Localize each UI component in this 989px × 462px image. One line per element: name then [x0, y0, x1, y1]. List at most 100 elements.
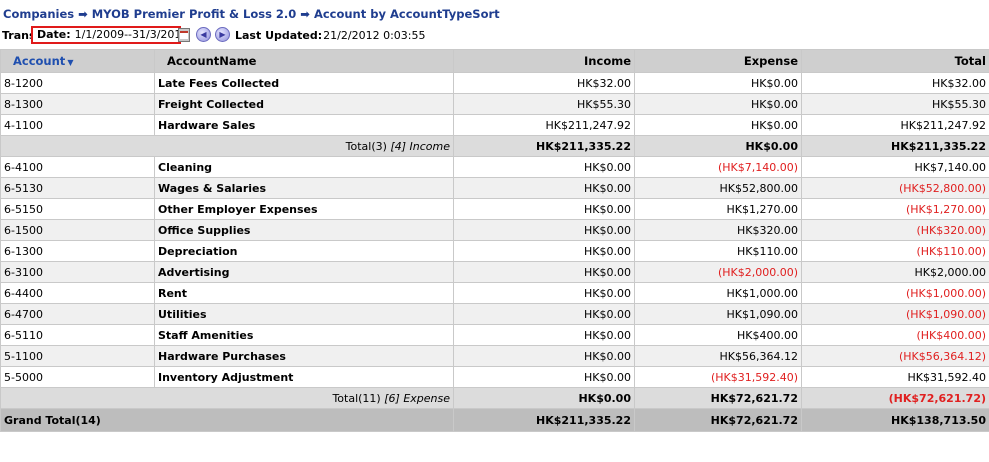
- total-cell: HK$55.30: [801, 93, 989, 115]
- account-name-cell: Staff Amenities: [154, 324, 454, 346]
- expense-cell: (HK$31,592.40): [634, 366, 802, 388]
- table-row[interactable]: 6-5150 Other Employer Expenses HK$0.00 HK$1…: [0, 198, 989, 220]
- table-row[interactable]: 6-5130 Wages & Salaries HK$0.00 HK$52,800.0…: [0, 177, 989, 199]
- column-header-income[interactable]: Income: [453, 49, 635, 73]
- total-cell: HK$31,592.40: [801, 366, 989, 388]
- total-cell: (HK$52,800.00): [801, 177, 989, 199]
- date-range-value: 1/1/2009--31/3/2011: [74, 28, 189, 41]
- sort-desc-icon[interactable]: ▼: [67, 58, 73, 67]
- subtotal-count: Total(11): [332, 391, 381, 405]
- column-header-expense[interactable]: Expense: [634, 49, 802, 73]
- subtotal-income-cell: HK$211,335.22: [453, 135, 635, 157]
- table-row[interactable]: 6-1500 Office Supplies HK$0.00 HK$320.00 (HK…: [0, 219, 989, 241]
- account-code-cell: 8-1300: [0, 93, 155, 115]
- account-name-cell: Inventory Adjustment: [154, 366, 454, 388]
- subtotal-total-cell: HK$211,335.22: [801, 135, 989, 157]
- account-name-cell: Utilities: [154, 303, 454, 325]
- income-cell: HK$0.00: [453, 156, 635, 178]
- account-name-cell: Other Employer Expenses: [154, 198, 454, 220]
- account-code-cell: 6-5130: [0, 177, 155, 199]
- subtotal-expense-cell: HK$72,621.72: [634, 387, 802, 409]
- expense-cell: HK$0.00: [634, 93, 802, 115]
- account-name-cell: Freight Collected: [154, 93, 454, 115]
- income-cell: HK$0.00: [453, 282, 635, 304]
- table-row[interactable]: 6-5110 Staff Amenities HK$0.00 HK$400.00 (HK…: [0, 324, 989, 346]
- income-cell: HK$0.00: [453, 303, 635, 325]
- subtotal-income-cell: HK$0.00: [453, 387, 635, 409]
- breadcrumb-report-link[interactable]: MYOB Premier Profit & Loss 2.0: [92, 7, 297, 21]
- breadcrumb-companies-link[interactable]: Companies: [3, 7, 74, 21]
- table-row[interactable]: 8-1200 Late Fees Collected HK$32.00 HK$0.00…: [0, 72, 989, 94]
- subtotal-label: Total(3) [4] Income: [0, 135, 454, 157]
- total-cell: HK$32.00: [801, 72, 989, 94]
- account-name-cell: Advertising: [154, 261, 454, 283]
- income-cell: HK$32.00: [453, 72, 635, 94]
- subtotal-row: Total(3) [4] Income HK$211,335.22 HK$0.00 H…: [0, 135, 989, 157]
- expense-cell: HK$110.00: [634, 240, 802, 262]
- expense-cell: HK$1,090.00: [634, 303, 802, 325]
- account-name-cell: Wages & Salaries: [154, 177, 454, 199]
- expense-cell: HK$320.00: [634, 219, 802, 241]
- table-row[interactable]: 6-1300 Depreciation HK$0.00 HK$110.00 (HK$11…: [0, 240, 989, 262]
- total-cell: HK$7,140.00: [801, 156, 989, 178]
- total-cell: (HK$110.00): [801, 240, 989, 262]
- table-header-row: Account ▼ AccountName Income Expense Tota…: [0, 49, 989, 73]
- table-row[interactable]: 4-1100 Hardware Sales HK$211,247.92 HK$0.00…: [0, 114, 989, 136]
- income-cell: HK$0.00: [453, 366, 635, 388]
- date-range-filter[interactable]: Date: 1/1/2009--31/3/2011: [31, 26, 188, 44]
- report-toolbar: Trans Date: 1/1/2009--31/3/2011 ◀ ▶ Last …: [2, 26, 987, 46]
- total-cell: (HK$1,270.00): [801, 198, 989, 220]
- table-row[interactable]: 5-5000 Inventory Adjustment HK$0.00 (HK$31,…: [0, 366, 989, 388]
- table-row[interactable]: 6-3100 Advertising HK$0.00 (HK$2,000.00) HK$…: [0, 261, 989, 283]
- next-period-button[interactable]: ▶: [215, 27, 230, 42]
- column-header-account[interactable]: Account ▼: [0, 49, 155, 73]
- breadcrumb: Companies ➡ MYOB Premier Profit & Loss 2.0…: [3, 6, 500, 22]
- account-code-cell: 6-1500: [0, 219, 155, 241]
- table-row[interactable]: 6-4100 Cleaning HK$0.00 (HK$7,140.00) HK$7,1…: [0, 156, 989, 178]
- last-updated: Last Updated:21/2/2012 0:03:55: [235, 29, 425, 42]
- account-code-cell: 6-5110: [0, 324, 155, 346]
- income-cell: HK$0.00: [453, 219, 635, 241]
- table-row[interactable]: 8-1300 Freight Collected HK$55.30 HK$0.00 HK…: [0, 93, 989, 115]
- account-code-cell: 4-1100: [0, 114, 155, 136]
- arrow-right-icon: ➡: [78, 7, 88, 21]
- grand-total-income-cell: HK$211,335.22: [453, 408, 635, 432]
- subtotal-group-name: [6] Expense: [384, 391, 450, 405]
- income-cell: HK$0.00: [453, 345, 635, 367]
- table-row[interactable]: 6-4400 Rent HK$0.00 HK$1,000.00 (HK$1,000.00…: [0, 282, 989, 304]
- date-label: Date:: [37, 28, 71, 41]
- account-name-cell: Late Fees Collected: [154, 72, 454, 94]
- account-code-cell: 5-5000: [0, 366, 155, 388]
- column-header-account-name[interactable]: AccountName: [154, 49, 454, 73]
- income-cell: HK$0.00: [453, 324, 635, 346]
- table-row[interactable]: 6-4700 Utilities HK$0.00 HK$1,090.00 (HK$1,0…: [0, 303, 989, 325]
- arrow-right-icon: ➡: [300, 7, 310, 21]
- total-cell: (HK$320.00): [801, 219, 989, 241]
- total-cell: (HK$1,090.00): [801, 303, 989, 325]
- total-cell: (HK$1,000.00): [801, 282, 989, 304]
- account-name-cell: Hardware Sales: [154, 114, 454, 136]
- account-code-cell: 6-4700: [0, 303, 155, 325]
- calendar-icon[interactable]: [178, 28, 190, 42]
- account-code-cell: 5-1100: [0, 345, 155, 367]
- subtotal-row: Total(11) [6] Expense HK$0.00 HK$72,621.72…: [0, 387, 989, 409]
- account-code-cell: 6-4100: [0, 156, 155, 178]
- grand-total-expense-cell: HK$72,621.72: [634, 408, 802, 432]
- expense-cell: HK$0.00: [634, 114, 802, 136]
- account-code-cell: 6-5150: [0, 198, 155, 220]
- breadcrumb-current-view: Account by AccountTypeSort: [313, 7, 500, 21]
- table-row[interactable]: 5-1100 Hardware Purchases HK$0.00 HK$56,364…: [0, 345, 989, 367]
- account-name-cell: Depreciation: [154, 240, 454, 262]
- income-cell: HK$0.00: [453, 198, 635, 220]
- expense-cell: HK$56,364.12: [634, 345, 802, 367]
- expense-cell: HK$1,000.00: [634, 282, 802, 304]
- last-updated-value: 21/2/2012 0:03:55: [323, 29, 426, 42]
- expense-cell: HK$400.00: [634, 324, 802, 346]
- total-cell: HK$211,247.92: [801, 114, 989, 136]
- column-header-total[interactable]: Total: [801, 49, 989, 73]
- income-cell: HK$0.00: [453, 240, 635, 262]
- expense-cell: HK$1,270.00: [634, 198, 802, 220]
- account-code-cell: 6-1300: [0, 240, 155, 262]
- account-name-cell: Office Supplies: [154, 219, 454, 241]
- previous-period-button[interactable]: ◀: [196, 27, 211, 42]
